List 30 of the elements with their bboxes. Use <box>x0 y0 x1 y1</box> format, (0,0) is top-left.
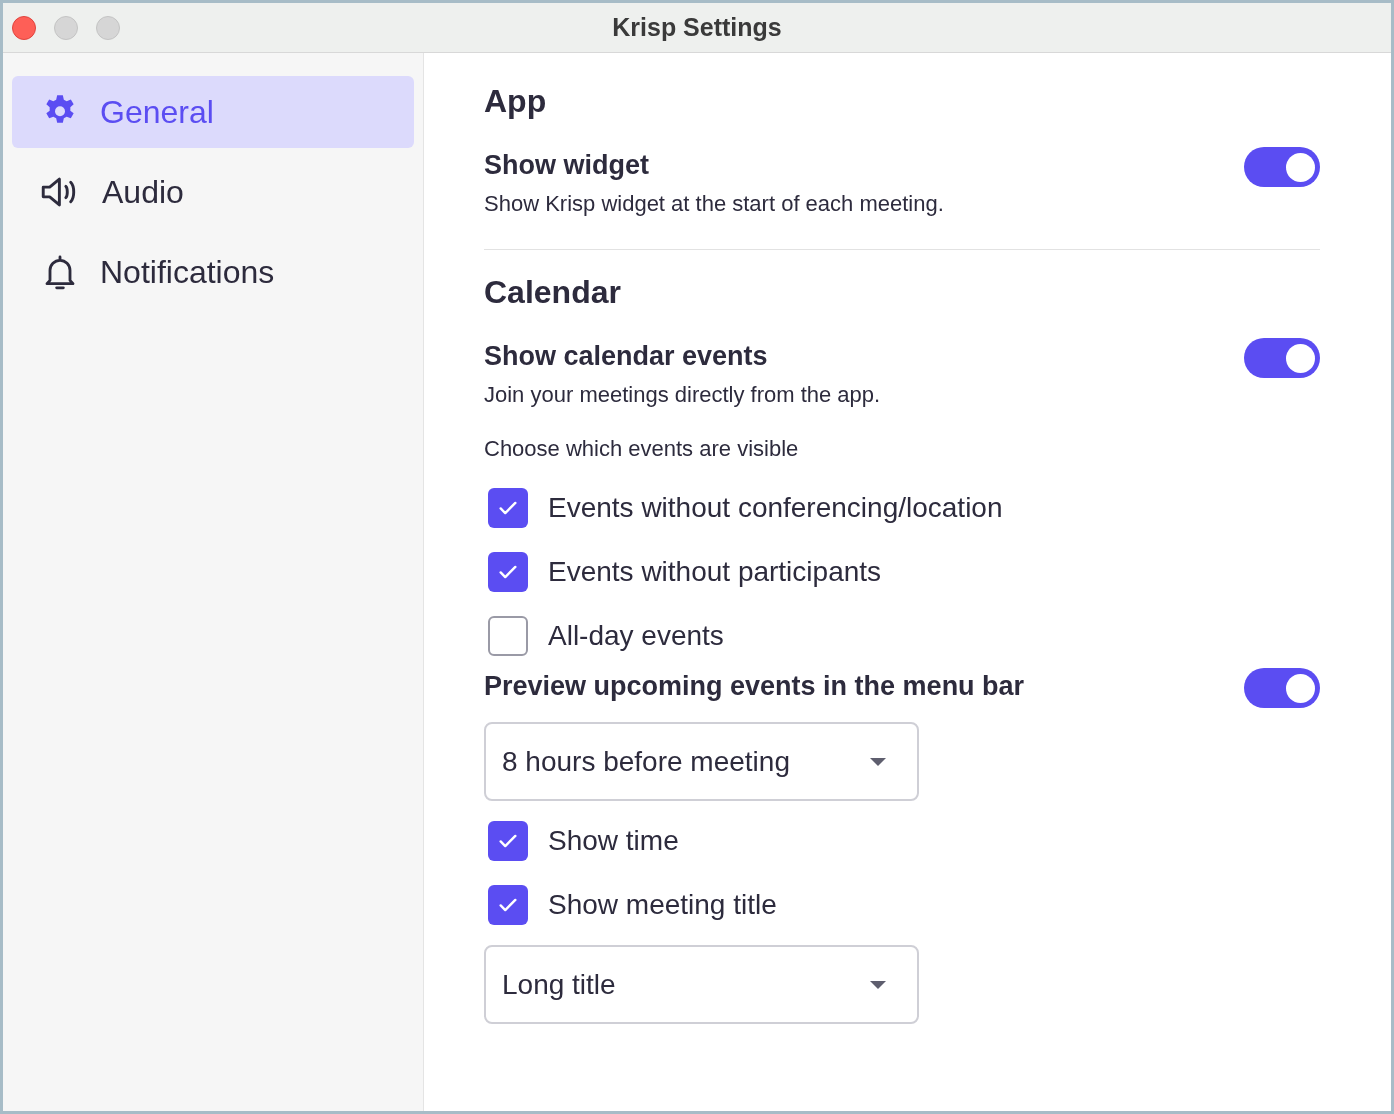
section-heading: Calendar <box>484 273 622 312</box>
caret-icon <box>869 979 887 990</box>
close-button[interactable] <box>12 15 36 40</box>
checkbox-label: Events without conferencing/location <box>548 491 1003 525</box>
toggle-switch[interactable] <box>1244 668 1320 708</box>
setting-label: Show calendar events <box>484 340 769 373</box>
checkbox[interactable] <box>488 616 528 656</box>
checkbox[interactable] <box>488 885 528 925</box>
checkbox-label: All-day events <box>548 619 724 653</box>
caption-text: Choose which events are visible <box>484 435 800 463</box>
section-heading: App <box>484 82 548 121</box>
checkbox[interactable] <box>488 488 528 528</box>
checkbox-label: Events without participants <box>548 555 882 589</box>
toggle-switch[interactable] <box>1244 147 1320 187</box>
checkbox[interactable] <box>488 552 528 592</box>
window-title: Krisp Settings <box>612 11 782 43</box>
checkbox-label: Show meeting title <box>548 888 777 922</box>
sidebar-item[interactable]: Audio <box>12 156 414 228</box>
dropdown[interactable]: Long title <box>484 945 919 1024</box>
checkbox[interactable] <box>488 821 528 861</box>
sidebar-item[interactable]: General <box>12 76 414 148</box>
setting-description: Show Krisp widget at the start of each meeting. <box>484 190 944 218</box>
sidebar-item[interactable]: Notifications <box>12 236 414 308</box>
setting-label: Show widget <box>484 149 650 182</box>
setting-label: Preview upcoming events in the menu bar <box>484 670 1025 703</box>
caret-icon <box>869 756 887 767</box>
toggle-switch[interactable] <box>1244 338 1320 378</box>
setting-description: Join your meetings directly from the app. <box>484 381 881 409</box>
checkbox-label: Show time <box>548 824 679 858</box>
dropdown[interactable]: 8 hours before meeting <box>484 722 919 801</box>
